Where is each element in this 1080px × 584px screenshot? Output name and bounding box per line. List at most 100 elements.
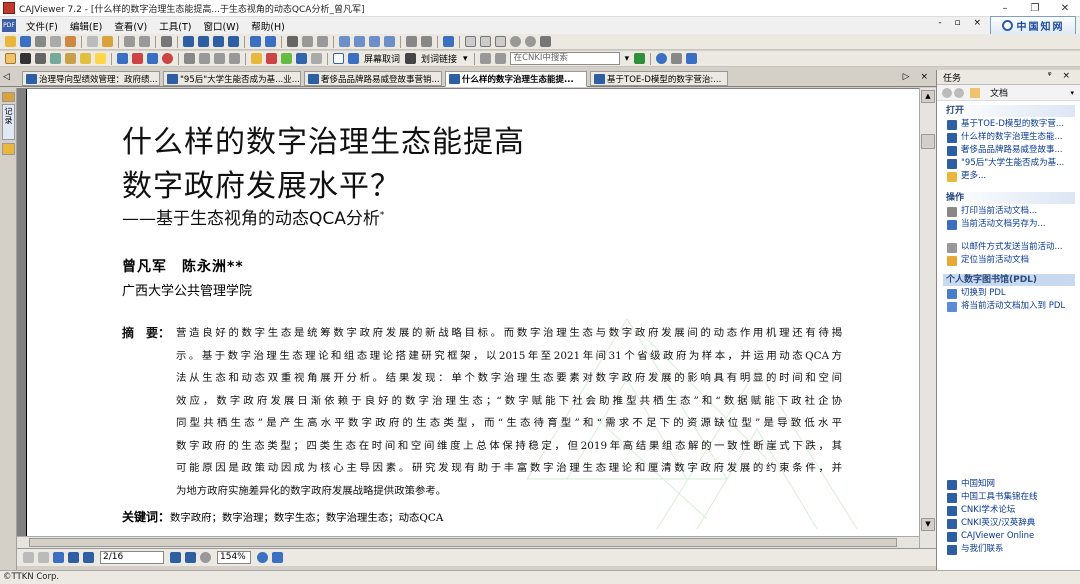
zoom-dropdown-icon[interactable] <box>540 36 551 47</box>
text-tool-icon[interactable] <box>161 36 172 47</box>
line-tool-icon[interactable] <box>117 53 128 64</box>
select-arrow-icon[interactable] <box>20 53 31 64</box>
forward-icon[interactable] <box>265 36 276 47</box>
pen-panel-icon[interactable] <box>2 143 15 155</box>
link-cajviewer-online[interactable]: CAJViewer Online <box>943 529 1077 542</box>
zoom-out-icon[interactable] <box>525 36 536 47</box>
tab-governance-performance[interactable]: 治理导向型绩效管理：政府绩... <box>22 71 160 86</box>
print-preview-icon[interactable] <box>50 36 61 47</box>
first-page-button[interactable] <box>68 552 79 563</box>
view-mode-icon[interactable] <box>23 552 34 563</box>
menu-file[interactable]: 文件(F) <box>20 19 64 33</box>
about-icon[interactable] <box>671 53 683 64</box>
horizontal-scrollbar[interactable] <box>17 536 919 548</box>
menu-edit[interactable]: 编辑(E) <box>64 19 108 33</box>
task-panel-pin-close[interactable]: ᵠ × <box>1048 71 1074 81</box>
print-doc-link[interactable]: 打印当前活动文档... <box>943 204 1075 217</box>
record-tab[interactable]: 记录 <box>2 104 15 140</box>
document-viewport[interactable]: 什么样的数字治理生态能提高 数字政府发展水平？ ——基于生态视角的动态QCA分析… <box>17 88 936 548</box>
menu-window[interactable]: 窗口(W) <box>197 19 245 33</box>
bookmark-panel-icon[interactable] <box>2 92 15 102</box>
zoom-in-button[interactable] <box>257 552 268 563</box>
operations-section-header[interactable]: 操作 <box>943 192 1075 204</box>
link-reference-books[interactable]: 中国工具书集锦在线 <box>943 490 1077 503</box>
horizontal-scroll-thumb[interactable] <box>29 538 897 547</box>
link-cnki-forum[interactable]: CNKI学术论坛 <box>943 503 1077 516</box>
menu-help[interactable]: 帮助(H) <box>245 19 291 33</box>
open-icon[interactable] <box>5 36 16 47</box>
more-docs-link[interactable]: 更多... <box>943 169 1075 182</box>
find-icon[interactable] <box>287 36 298 47</box>
switch-pdl-link[interactable]: 切换到 PDL <box>943 286 1075 299</box>
bookmark-icon[interactable] <box>229 53 240 64</box>
add-to-pdl-link[interactable]: 将当前活动文档加入到 PDL <box>943 299 1075 312</box>
page-number-input[interactable]: 2/16 <box>100 551 164 564</box>
fit-width-icon[interactable] <box>384 36 395 47</box>
last-page-icon[interactable] <box>228 36 239 47</box>
maximize-button[interactable]: ❐ <box>1020 0 1050 17</box>
grid-view-icon[interactable] <box>53 552 64 563</box>
link-contact-us[interactable]: 与我们联系 <box>943 542 1077 555</box>
rotate-left-icon[interactable] <box>302 36 313 47</box>
last-page-button[interactable] <box>185 552 196 563</box>
link-cnki-dictionary[interactable]: CNKI英汉/汉英辞典 <box>943 516 1077 529</box>
strikeout-icon[interactable] <box>266 53 277 64</box>
open-section-header[interactable]: 打开 <box>943 105 1075 117</box>
image-select-icon[interactable] <box>50 53 61 64</box>
cnki-logo[interactable]: 中国知网 <box>990 16 1076 35</box>
undo-icon[interactable] <box>124 36 135 47</box>
home-icon[interactable] <box>970 87 980 98</box>
delete-annot-icon[interactable] <box>199 53 210 64</box>
recent-doc-item[interactable]: 奢侈品品牌路易威登故事... <box>943 143 1075 156</box>
minimize-button[interactable]: – <box>990 0 1020 17</box>
erase-icon[interactable] <box>184 53 195 64</box>
tab-toe-d-model[interactable]: 基于TOE-D模型的数字营治:... <box>590 71 728 86</box>
first-page-icon[interactable] <box>183 36 194 47</box>
hyperlink-button[interactable]: 划词链接 <box>421 52 457 65</box>
pan-up-icon[interactable] <box>272 552 283 563</box>
next-page-icon[interactable] <box>213 36 224 47</box>
comment-icon[interactable] <box>311 53 322 64</box>
cnki-search-input[interactable]: 在CNKI中搜索 <box>509 52 620 65</box>
hand-tool-icon[interactable] <box>5 53 16 64</box>
tab-scroll-right-close[interactable]: ▷ × <box>903 72 932 82</box>
back-icon[interactable] <box>250 36 261 47</box>
stamp-icon[interactable] <box>296 53 307 64</box>
rectangle-icon[interactable] <box>147 53 158 64</box>
copy-icon[interactable] <box>87 36 98 47</box>
note-icon[interactable] <box>80 53 91 64</box>
zoom-level-input[interactable]: 154% <box>217 551 251 564</box>
back-circle-icon[interactable] <box>942 87 952 98</box>
menu-tools[interactable]: 工具(T) <box>153 19 197 33</box>
zoom-in-icon[interactable] <box>510 36 521 47</box>
save-as-link[interactable]: 当前活动文档另存为... <box>943 217 1075 230</box>
fit-page-icon[interactable] <box>480 36 491 47</box>
view-options-icon[interactable] <box>421 36 432 47</box>
highlighter-icon[interactable] <box>95 53 106 64</box>
search-go-icon[interactable] <box>634 53 646 64</box>
scroll-up-arrow[interactable]: ▲ <box>921 90 935 103</box>
paste-icon[interactable] <box>102 36 113 47</box>
recent-doc-item[interactable]: "95后"大学生能否成为基... <box>943 156 1075 169</box>
thumbnail-icon[interactable] <box>38 552 49 563</box>
search-prev-icon[interactable] <box>479 53 491 64</box>
ocr-icon[interactable] <box>333 53 344 64</box>
scroll-down-arrow[interactable]: ▼ <box>921 518 935 531</box>
recent-doc-item[interactable]: 基于TOE-D模型的数字营... <box>943 117 1075 130</box>
facing-page-icon[interactable] <box>369 36 380 47</box>
recent-doc-item[interactable]: 什么样的数字治理生态能... <box>943 130 1075 143</box>
highlight-text-icon[interactable] <box>251 53 262 64</box>
search-next-icon[interactable] <box>494 53 506 64</box>
tab-lv-story-marketing[interactable]: 奢侈品品牌路易威登故事营销... <box>304 71 442 86</box>
single-page-icon[interactable] <box>339 36 350 47</box>
prev-page-icon[interactable] <box>198 36 209 47</box>
menu-view[interactable]: 查看(V) <box>108 19 153 33</box>
redo-icon[interactable] <box>139 36 150 47</box>
tab-scroll-left[interactable]: ◁ <box>3 72 10 82</box>
screen-capture-button[interactable]: 屏幕取词 <box>364 52 400 65</box>
link-annot-icon[interactable] <box>214 53 225 64</box>
continuous-page-icon[interactable] <box>354 36 365 47</box>
pen-icon[interactable] <box>132 53 143 64</box>
link-cnki[interactable]: 中国知网 <box>943 477 1077 490</box>
underline-icon[interactable] <box>281 53 292 64</box>
